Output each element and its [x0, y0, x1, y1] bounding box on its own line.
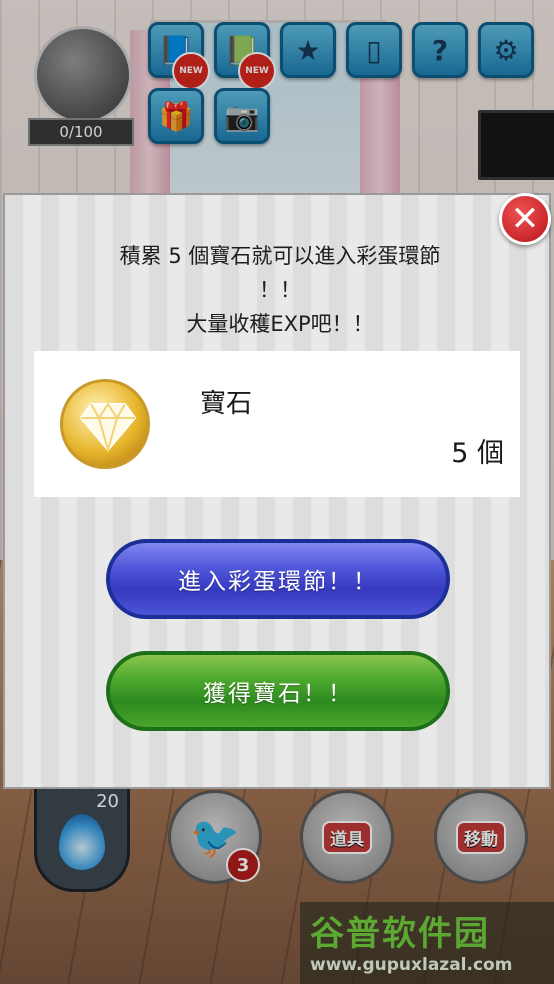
message-line: 大量收穫EXP吧！！ — [186, 312, 374, 336]
diamond-icon — [79, 402, 137, 452]
close-icon: ✕ — [510, 199, 540, 239]
get-gems-button[interactable]: 獲得寶石！！ — [106, 651, 450, 731]
gem-item-panel: 寶石 5 個 — [34, 351, 520, 497]
close-dialog-button[interactable]: ✕ — [499, 193, 551, 245]
message-line: ！！ — [259, 278, 301, 302]
message-line: 積累 5 個寶石就可以進入彩蛋環節 — [119, 244, 441, 268]
item-name: 寶石 — [200, 389, 253, 419]
item-count: 5 個 — [451, 438, 504, 469]
dialog-message: 積累 5 個寶石就可以進入彩蛋環節 ！！ 大量收穫EXP吧！！ — [45, 239, 515, 341]
gem-dialog: 積累 5 個寶石就可以進入彩蛋環節 ！！ 大量收穫EXP吧！！ 寶石 5 個 進… — [3, 193, 551, 789]
gem-icon — [60, 379, 150, 469]
enter-bonus-stage-button[interactable]: 進入彩蛋環節！！ — [106, 539, 450, 619]
